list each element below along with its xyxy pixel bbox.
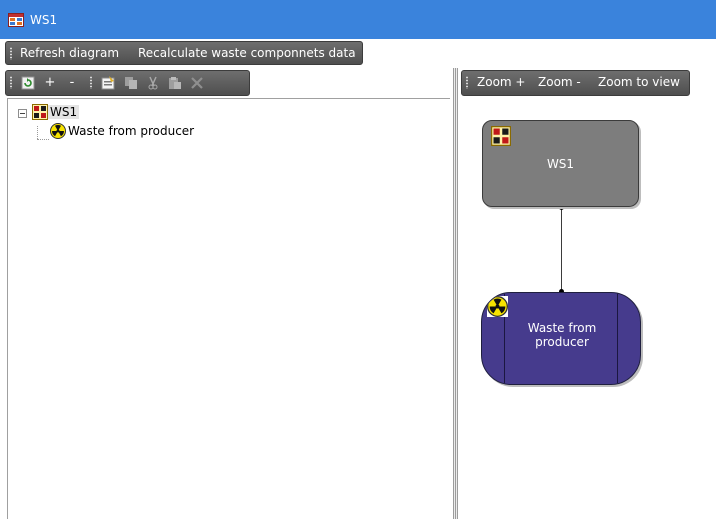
tree-node-waste[interactable]: Waste from producer (50, 123, 196, 139)
toolbar-grip[interactable] (10, 76, 12, 89)
toolbar-grip[interactable] (90, 76, 92, 89)
app-window-icon (8, 13, 24, 27)
recalculate-button[interactable]: Recalculate waste componnets data (138, 46, 356, 60)
zoom-to-view-button[interactable]: Zoom to view (598, 75, 680, 89)
tree-node-ws1[interactable]: WS1 (32, 104, 80, 120)
radioactive-icon (487, 296, 508, 317)
radioactive-icon (50, 123, 66, 139)
zoom-out-button[interactable]: Zoom - (538, 75, 581, 89)
tree-view[interactable]: WS1 Waste from producer (7, 98, 450, 519)
diagram-canvas[interactable]: WS1 Waste from producer (462, 98, 716, 519)
toolbar-grip[interactable] (466, 76, 468, 89)
zoom-in-button[interactable]: Zoom + (477, 75, 525, 89)
tree-node-label: Waste from producer (68, 124, 195, 138)
copy-icon[interactable] (123, 75, 139, 91)
tree-connector (37, 139, 49, 140)
title-bar: WS1 (0, 0, 716, 39)
cut-icon[interactable] (145, 75, 161, 91)
collapse-button[interactable]: - (64, 75, 80, 91)
toolbar-grip[interactable] (10, 47, 12, 60)
waste-site-icon (491, 126, 511, 146)
tree-pane: + - WS1 Waste from producer (0, 68, 455, 519)
diagram-pane: Zoom + Zoom - Zoom to view WS1 Waste fro… (458, 68, 716, 519)
paste-icon[interactable] (167, 75, 183, 91)
properties-icon[interactable] (100, 75, 116, 91)
refresh-tree-icon[interactable] (20, 75, 36, 91)
expand-button[interactable]: + (42, 75, 58, 91)
tree-node-label: WS1 (48, 105, 80, 119)
waste-site-icon (32, 104, 48, 120)
main-toolbar-strip: Refresh diagram Recalculate waste compon… (5, 41, 363, 65)
window-title: WS1 (30, 13, 58, 27)
diagram-node-waste[interactable]: Waste from producer (481, 292, 641, 385)
node-connector (561, 208, 562, 292)
main-toolbar: Refresh diagram Recalculate waste compon… (0, 39, 716, 68)
collapse-node-toggle[interactable] (18, 109, 27, 118)
refresh-diagram-button[interactable]: Refresh diagram (20, 46, 119, 60)
tree-connector (37, 126, 38, 139)
diagram-node-label: WS1 (546, 157, 575, 171)
diagram-node-ws1[interactable]: WS1 (482, 120, 639, 207)
diagram-toolbar: Zoom + Zoom - Zoom to view (461, 70, 690, 96)
delete-icon[interactable] (189, 75, 205, 91)
node-divider (617, 293, 618, 384)
diagram-node-label: Waste from producer (527, 321, 597, 349)
tree-toolbar: + - (5, 70, 250, 96)
